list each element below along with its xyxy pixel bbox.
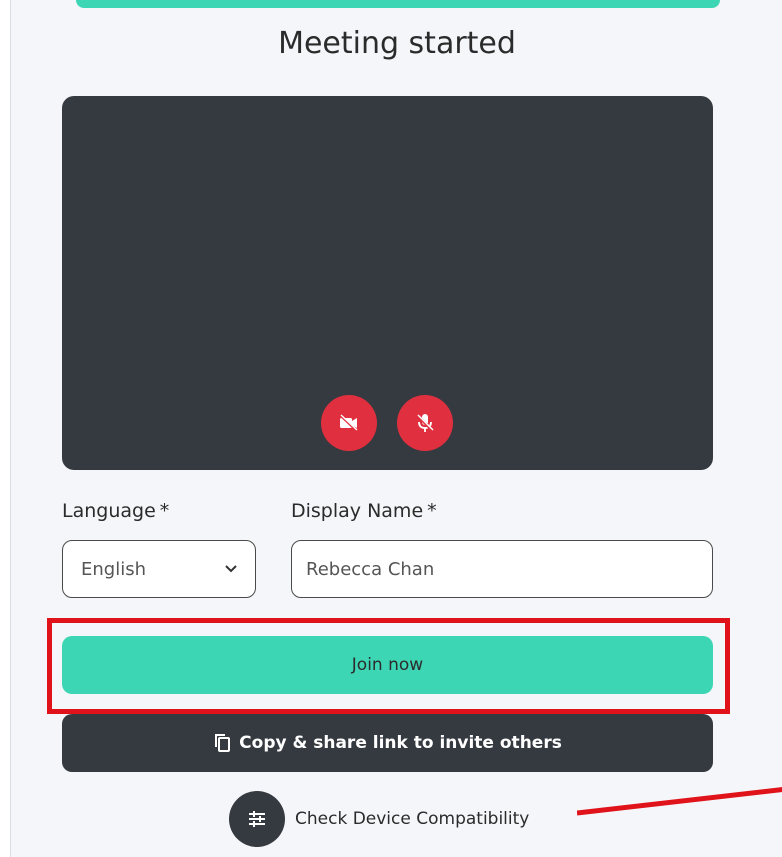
display-name-input[interactable]	[291, 540, 713, 598]
sliders-icon	[229, 791, 285, 847]
top-accent-bar	[76, 0, 720, 8]
check-compatibility-link[interactable]: Check Device Compatibility	[229, 791, 529, 847]
camera-off-icon	[339, 414, 358, 432]
meeting-panel: Meeting started Language * Display Name *	[10, 0, 782, 857]
mic-toggle-button[interactable]	[397, 395, 453, 451]
mic-off-icon	[415, 413, 435, 433]
camera-toggle-button[interactable]	[321, 395, 377, 451]
language-select[interactable]: English	[62, 540, 256, 598]
page-title: Meeting started	[278, 26, 516, 61]
copy-icon	[215, 734, 231, 752]
check-compatibility-label: Check Device Compatibility	[295, 809, 530, 829]
display-name-label: Display Name *	[291, 500, 437, 522]
copy-link-button[interactable]: Copy & share link to invite others	[62, 714, 713, 772]
video-preview	[62, 96, 713, 470]
language-select-value: English	[81, 558, 146, 580]
language-label: Language *	[62, 500, 170, 522]
chevron-down-icon	[225, 565, 237, 573]
join-now-button[interactable]: Join now	[62, 636, 713, 694]
annotation-arrow-line	[577, 787, 782, 816]
